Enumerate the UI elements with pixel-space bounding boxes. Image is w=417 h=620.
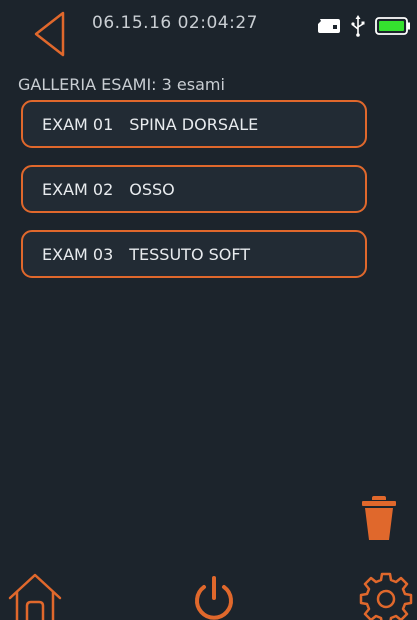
battery-icon — [375, 17, 411, 35]
home-icon — [8, 573, 62, 620]
back-button[interactable] — [30, 10, 70, 58]
exam-code: EXAM 03 — [42, 244, 114, 264]
usb-icon — [351, 15, 365, 37]
settings-button[interactable] — [355, 568, 417, 620]
delete-button[interactable] — [360, 494, 398, 542]
exam-name: SPINA DORSALE — [129, 114, 259, 134]
power-icon — [195, 576, 233, 620]
status-icons — [317, 14, 411, 38]
back-arrow-icon — [34, 11, 65, 57]
exam-list-item[interactable]: EXAM 02 OSSO — [21, 165, 367, 213]
trash-icon — [362, 496, 396, 540]
exam-code: EXAM 01 — [42, 114, 114, 134]
exam-list: EXAM 01 SPINA DORSALE EXAM 02 OSSO EXAM … — [21, 100, 367, 295]
home-button[interactable] — [6, 572, 64, 620]
exam-gallery-screen: 06.15.16 02:04:27 GALLERIA ESAMI: 3 esam… — [0, 0, 417, 620]
exam-code: EXAM 02 — [42, 179, 114, 199]
exam-name: TESSUTO SOFT — [129, 244, 251, 264]
datetime-display: 06.15.16 02:04:27 — [92, 13, 258, 33]
exam-list-item[interactable]: EXAM 01 SPINA DORSALE — [21, 100, 367, 148]
settings-gear-icon — [359, 572, 413, 620]
exam-name: OSSO — [129, 179, 175, 199]
power-button[interactable] — [186, 570, 242, 620]
exam-list-item[interactable]: EXAM 03 TESSUTO SOFT — [21, 230, 367, 278]
gallery-title: GALLERIA ESAMI: 3 esami — [18, 75, 225, 94]
sd-card-icon — [318, 19, 340, 33]
battery-level-fill — [379, 21, 404, 31]
